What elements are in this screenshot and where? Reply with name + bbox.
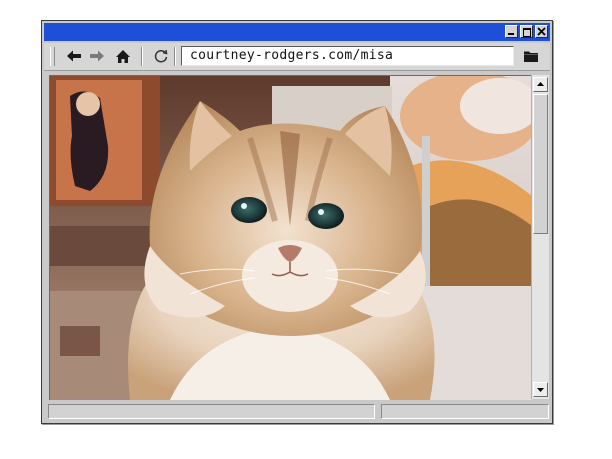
title-bar[interactable] bbox=[44, 23, 550, 41]
up-arrow-icon bbox=[537, 82, 544, 86]
back-arrow-icon bbox=[67, 50, 81, 62]
minimize-icon bbox=[508, 33, 514, 35]
toolbar-grip[interactable] bbox=[50, 47, 55, 66]
forward-arrow-icon bbox=[90, 50, 104, 62]
status-pane-left bbox=[48, 404, 375, 419]
scrollbar-thumb[interactable] bbox=[533, 94, 548, 234]
maximize-button[interactable] bbox=[520, 25, 533, 38]
toolbar-separator bbox=[174, 47, 176, 66]
cat-photo bbox=[50, 76, 532, 400]
folder-icon bbox=[524, 51, 538, 62]
folder-button[interactable] bbox=[521, 46, 541, 66]
scroll-down-button[interactable] bbox=[533, 382, 548, 397]
page-content[interactable] bbox=[49, 75, 532, 400]
status-pane-right bbox=[381, 404, 549, 419]
address-text: courtney-rodgers.com/misa bbox=[190, 48, 394, 63]
status-bar bbox=[44, 402, 550, 421]
back-button[interactable] bbox=[64, 46, 84, 66]
vertical-scrollbar[interactable] bbox=[531, 75, 549, 399]
close-button[interactable] bbox=[535, 25, 548, 38]
reload-icon bbox=[154, 49, 168, 63]
home-icon bbox=[116, 49, 130, 63]
browser-window: courtney-rodgers.com/misa bbox=[41, 20, 553, 424]
address-bar[interactable]: courtney-rodgers.com/misa bbox=[181, 46, 514, 66]
forward-button[interactable] bbox=[87, 46, 107, 66]
home-button[interactable] bbox=[113, 46, 133, 66]
close-icon bbox=[537, 27, 546, 36]
scroll-up-button[interactable] bbox=[533, 77, 548, 92]
reload-button[interactable] bbox=[151, 46, 171, 66]
toolbar-separator bbox=[141, 47, 143, 66]
navigation-toolbar: courtney-rodgers.com/misa bbox=[44, 43, 550, 71]
down-arrow-icon bbox=[537, 388, 544, 392]
maximize-icon bbox=[523, 28, 531, 37]
minimize-button[interactable] bbox=[505, 25, 518, 38]
